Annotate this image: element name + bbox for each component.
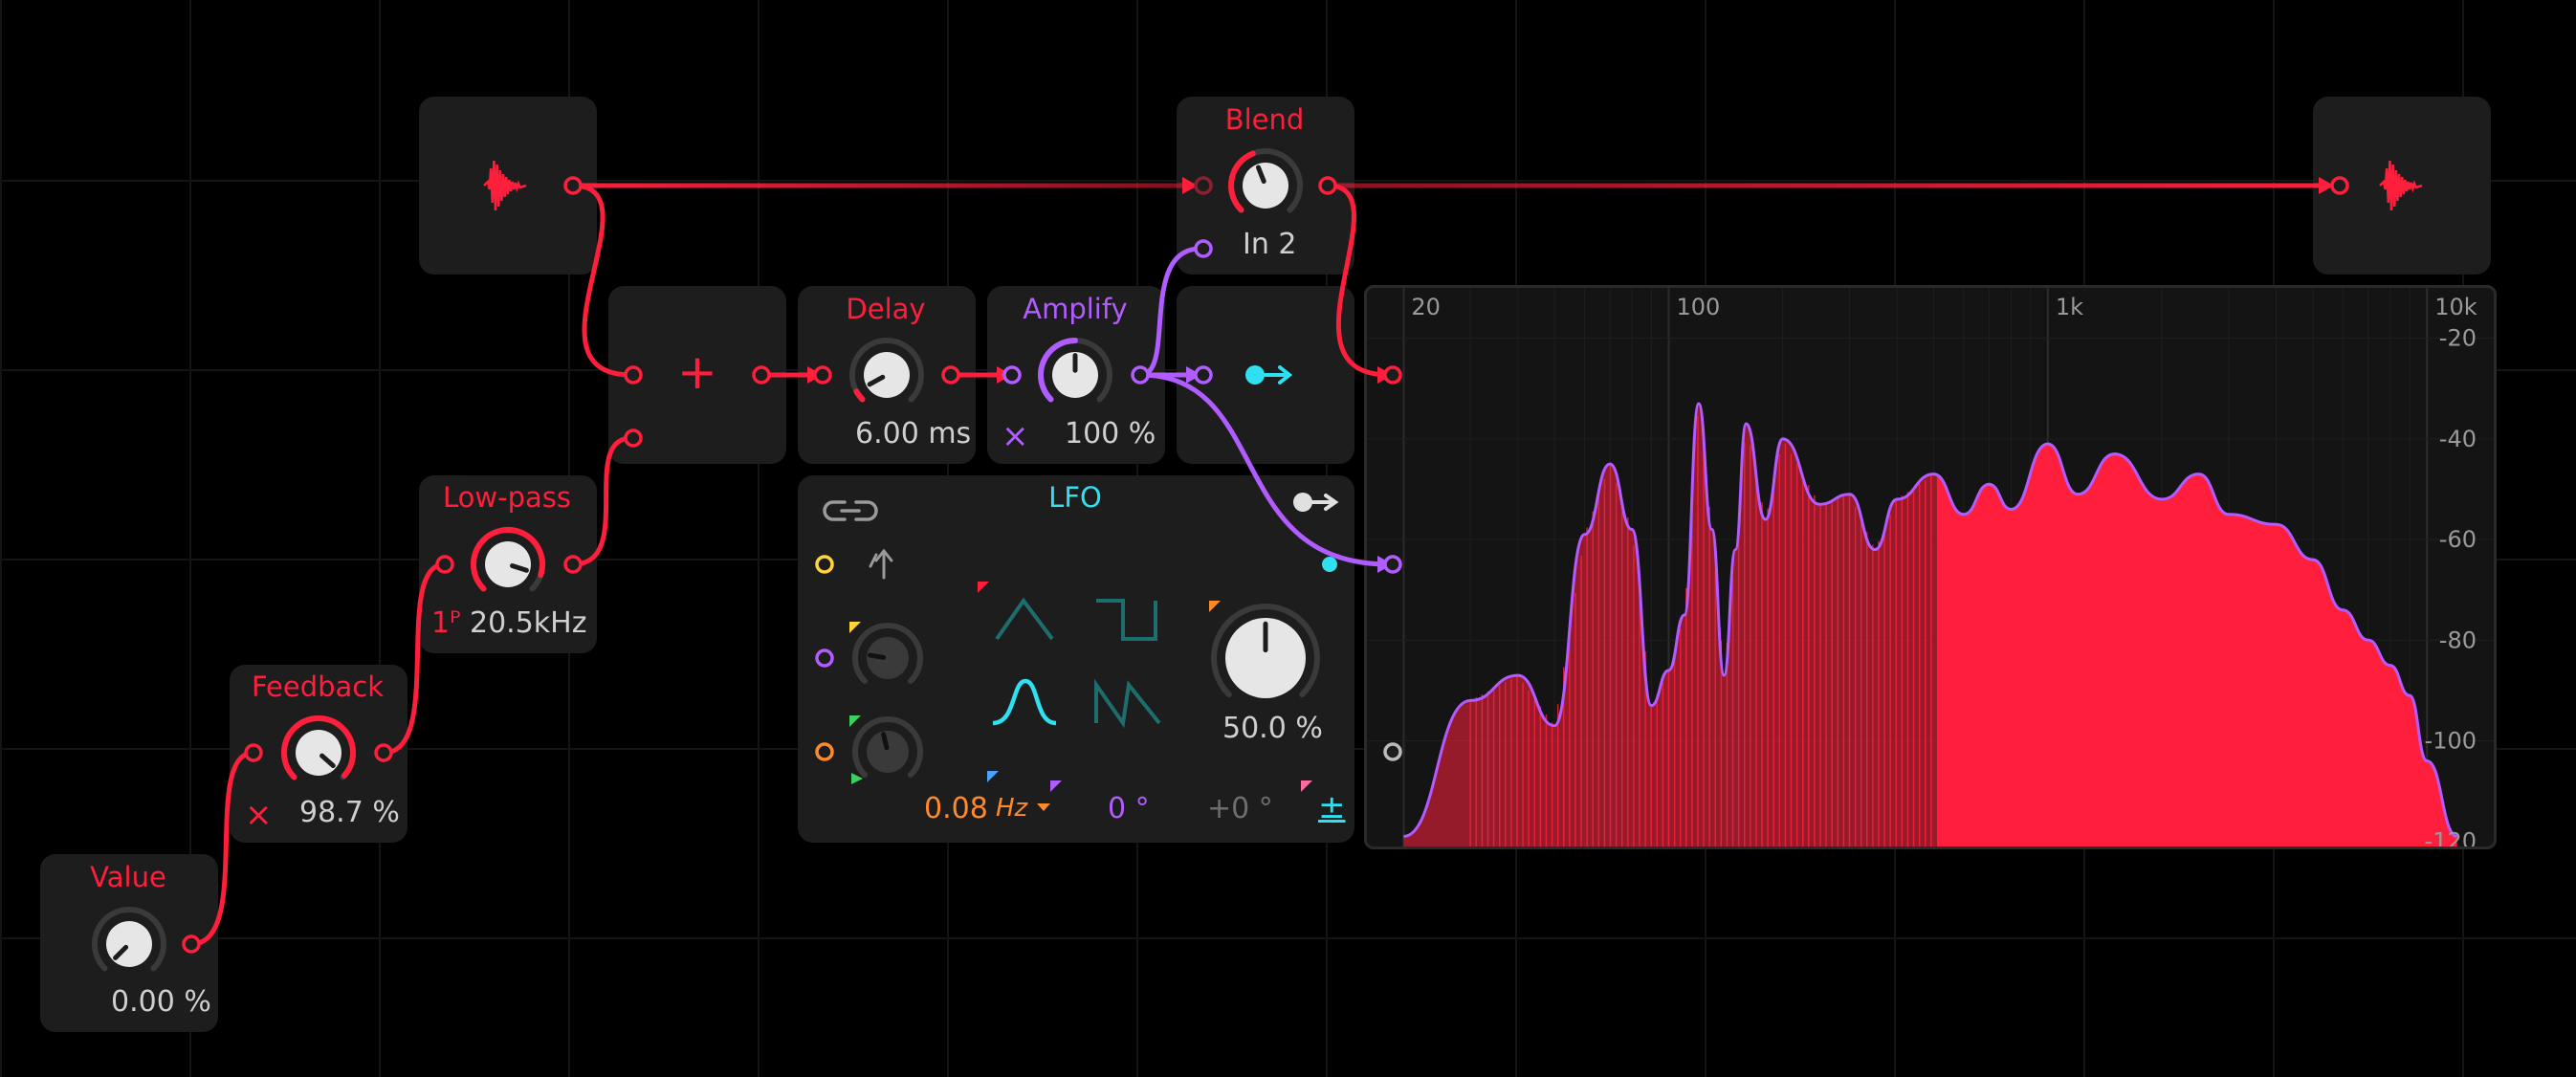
value-title: Value [90, 861, 166, 893]
blend-title: Blend [1224, 103, 1305, 136]
lfo-bipolar-toggle[interactable]: ± [1318, 788, 1346, 826]
y-tick-label: -100 [2425, 728, 2477, 755]
delay-title: Delay [846, 293, 926, 325]
sum-glyph: + [677, 344, 717, 400]
lfo-title: LFO [1048, 481, 1102, 514]
x-tick-label: 10k [2434, 294, 2477, 320]
spectrum-plot: 20 100 1k 10k -20 -40 -60 -80 -100 -120 [1367, 288, 2494, 846]
y-tick-label: -120 [2425, 828, 2477, 846]
amplify-mute-glyph[interactable]: × [1002, 417, 1029, 455]
y-tick-label: -80 [2439, 626, 2477, 653]
feedback-title: Feedback [251, 670, 385, 703]
lfo-depth-readout: 50.0 % [1222, 712, 1323, 745]
blend-readout: In 2 [1243, 228, 1297, 261]
lowpass-title: Low-pass [443, 481, 571, 514]
route-module[interactable] [1177, 286, 1354, 464]
y-tick-label: -60 [2439, 526, 2477, 553]
lfo-module[interactable] [798, 475, 1354, 843]
amplify-readout: 100 % [1065, 417, 1156, 451]
amplify-title: Amplify [1023, 293, 1128, 325]
lowpass-order[interactable]: 1ᴾ [431, 606, 460, 640]
delay-readout: 6.00 ms [855, 417, 972, 451]
lowpass-readout: 20.5kHz [470, 606, 587, 640]
y-tick-label: -20 [2439, 325, 2477, 352]
lfo-rate-unit[interactable]: Hz [996, 794, 1027, 823]
lfo-phase-offset[interactable]: +0 ° [1207, 792, 1273, 825]
y-tick-label: -40 [2439, 426, 2477, 452]
output-module[interactable] [2313, 97, 2491, 275]
x-tick-label: 100 [1676, 294, 1720, 320]
feedback-readout: 98.7 % [299, 796, 400, 829]
x-tick-label: 20 [1411, 294, 1441, 320]
lfo-phase[interactable]: 0 ° [1108, 792, 1150, 825]
spectrum-analyzer: 20 100 1k 10k -20 -40 -60 -80 -100 -120 [1364, 285, 2497, 849]
feedback-mute-glyph[interactable]: × [245, 796, 273, 834]
x-tick-label: 1k [2056, 294, 2083, 320]
value-readout: 0.00 % [111, 985, 211, 1019]
lfo-rate-value[interactable]: 0.08 [924, 792, 988, 825]
input-module[interactable] [419, 97, 597, 275]
